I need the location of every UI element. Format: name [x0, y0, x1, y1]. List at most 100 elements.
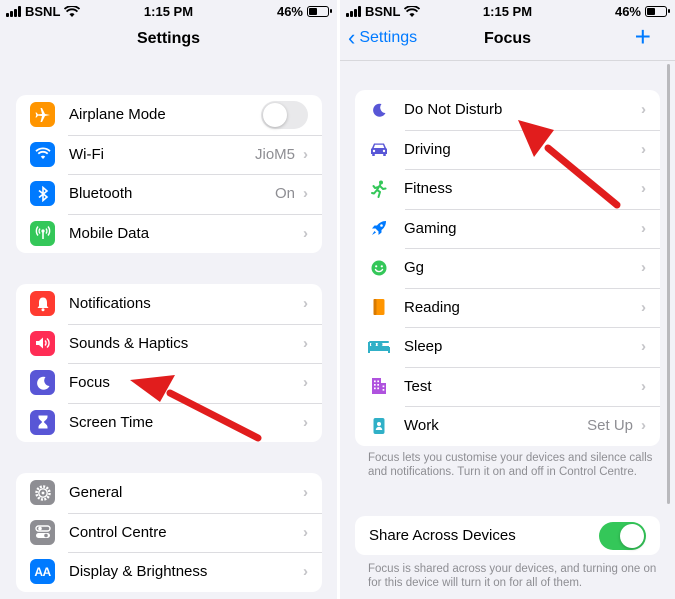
- chevron-right-icon: ›: [641, 298, 646, 316]
- page-title: Settings: [136, 30, 201, 47]
- settings-row-label: Focus: [69, 374, 110, 392]
- chevron-right-icon: ›: [641, 338, 646, 356]
- status-bar: BSNL 1:15 PM 46%: [340, 0, 675, 22]
- focus-item-label: Gaming: [404, 219, 457, 237]
- battery-percent: 46%: [614, 4, 641, 19]
- hourglass-icon: [30, 409, 55, 435]
- focus-item-sleep[interactable]: Sleep ›: [355, 327, 660, 367]
- airplane-icon: [30, 102, 55, 128]
- focus-item-label: Fitness: [404, 180, 453, 198]
- settings-row-screen-time[interactable]: Screen Time ›: [16, 402, 322, 443]
- share-across-devices-toggle[interactable]: [599, 521, 646, 550]
- speaker-icon: [30, 330, 55, 356]
- chevron-right-icon: ›: [303, 484, 308, 502]
- chevron-right-icon: ›: [303, 224, 308, 242]
- chevron-right-icon: ›: [303, 145, 308, 163]
- chevron-right-icon: ›: [641, 259, 646, 277]
- chevron-right-icon: ›: [303, 413, 308, 431]
- bed-icon: [368, 336, 390, 358]
- focus-pane: BSNL 1:15 PM 46% ‹ Settings Focus + Do N…: [340, 0, 675, 599]
- chevron-right-icon: ›: [303, 374, 308, 392]
- settings-row-label: Bluetooth: [69, 185, 133, 203]
- chevron-right-icon: ›: [641, 140, 646, 158]
- focus-item-label: Gg: [404, 259, 425, 277]
- settings-row-focus[interactable]: Focus ›: [16, 363, 322, 403]
- settings-row-general[interactable]: General ›: [16, 473, 322, 513]
- gear-icon: [30, 480, 55, 506]
- settings-row-notifications[interactable]: Notifications ›: [16, 284, 322, 324]
- book-icon: [368, 296, 390, 318]
- focus-list: Do Not Disturb › Driving › Fitness › Gaming › Gg…: [355, 90, 660, 446]
- chevron-right-icon: ›: [303, 563, 308, 581]
- focus-item-gaming[interactable]: Gaming ›: [355, 208, 660, 249]
- moon-icon: [368, 99, 390, 121]
- settings-row-label: Wi-Fi: [69, 145, 104, 163]
- focus-item-gg[interactable]: Gg ›: [355, 248, 660, 288]
- chevron-right-icon: ›: [641, 219, 646, 237]
- share-footnote: Focus is shared across your devices, and…: [368, 563, 657, 589]
- building-icon: [368, 375, 390, 397]
- chevron-right-icon: ›: [641, 101, 646, 119]
- focus-footnote: Focus lets you customise your devices an…: [368, 452, 653, 478]
- add-focus-button[interactable]: +: [635, 22, 651, 52]
- settings-group: Airplane Mode Wi-Fi JioM5 › Bluetooth On › Mobi…: [16, 95, 322, 253]
- focus-item-work[interactable]: Work Set Up ›: [355, 406, 660, 446]
- focus-item-test[interactable]: Test ›: [355, 366, 660, 407]
- badge-icon: [368, 415, 390, 437]
- settings-row-bluetooth[interactable]: Bluetooth On ›: [16, 174, 322, 214]
- settings-pane: BSNL 1:15 PM 46% Settings Airplane Mode W…: [0, 0, 337, 599]
- settings-row-sounds-haptics[interactable]: Sounds & Haptics ›: [16, 323, 322, 364]
- moon-icon: [30, 370, 55, 396]
- battery-percent: 46%: [276, 4, 303, 19]
- settings-group: Notifications › Sounds & Haptics › Focus › Scr…: [16, 284, 322, 442]
- car-icon: [368, 138, 390, 160]
- share-group: Share Across Devices: [355, 516, 660, 555]
- status-bar: BSNL 1:15 PM 46%: [0, 0, 337, 22]
- chevron-right-icon: ›: [303, 523, 308, 541]
- chevron-right-icon: ›: [303, 295, 308, 313]
- settings-row-control-centre[interactable]: Control Centre ›: [16, 512, 322, 553]
- focus-item-label: Test: [404, 377, 432, 395]
- focus-item-label: Reading: [404, 298, 460, 316]
- bell-icon: [30, 291, 55, 317]
- running-icon: [368, 178, 390, 200]
- battery-icon: [645, 6, 670, 17]
- page-title: Focus: [483, 30, 532, 47]
- wifi-icon: [30, 141, 55, 167]
- focus-item-fitness[interactable]: Fitness ›: [355, 169, 660, 209]
- antenna-icon: [30, 220, 55, 246]
- text-size-icon: AA: [30, 559, 55, 585]
- settings-row-label: Display & Brightness: [69, 563, 208, 581]
- settings-row-value: JioM5: [254, 145, 295, 163]
- focus-item-do-not-disturb[interactable]: Do Not Disturb ›: [355, 90, 660, 130]
- smiley-icon: [368, 257, 390, 279]
- bluetooth-icon: [30, 181, 55, 207]
- scrollbar[interactable]: [667, 64, 670, 504]
- chevron-right-icon: ›: [303, 185, 308, 203]
- settings-row-wi-fi[interactable]: Wi-Fi JioM5 ›: [16, 134, 322, 175]
- battery-icon: [307, 6, 332, 17]
- focus-item-value: Set Up: [587, 417, 633, 435]
- settings-row-airplane-mode[interactable]: Airplane Mode: [16, 95, 322, 135]
- toggles-icon: [30, 519, 55, 545]
- focus-item-reading[interactable]: Reading ›: [355, 287, 660, 328]
- focus-item-driving[interactable]: Driving ›: [355, 129, 660, 170]
- rocket-icon: [368, 217, 390, 239]
- focus-item-label: Driving: [404, 140, 451, 158]
- settings-row-mobile-data[interactable]: Mobile Data ›: [16, 213, 322, 254]
- settings-row-label: Screen Time: [69, 413, 154, 431]
- chevron-right-icon: ›: [641, 180, 646, 198]
- airplane-mode-toggle[interactable]: [261, 100, 308, 129]
- settings-row-label: Notifications: [69, 295, 151, 313]
- nav-separator: [340, 60, 675, 61]
- share-across-devices-row: Share Across Devices: [355, 516, 660, 555]
- focus-item-label: Do Not Disturb: [404, 101, 503, 119]
- settings-row-value: On: [274, 185, 295, 203]
- chevron-right-icon: ›: [303, 334, 308, 352]
- settings-row-label: Sounds & Haptics: [69, 334, 189, 352]
- settings-row-label: Airplane Mode: [69, 106, 166, 124]
- focus-item-label: Work: [404, 417, 439, 435]
- settings-group: General › Control Centre › AA Display & Brigh…: [16, 473, 322, 592]
- settings-row-label: Control Centre: [69, 523, 167, 541]
- settings-row-display-brightness[interactable]: AA Display & Brightness ›: [16, 552, 322, 592]
